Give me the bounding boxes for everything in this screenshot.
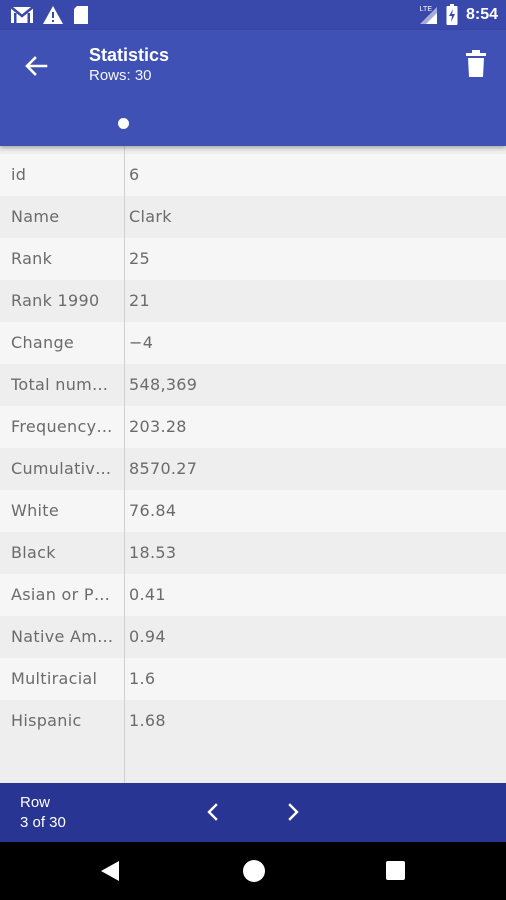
chevron-left-icon[interactable] — [200, 799, 226, 825]
network-label: LTE — [419, 6, 432, 13]
table-row: Total num… 548,369 — [0, 364, 506, 406]
field-name: Rank — [11, 249, 53, 268]
field-name: Asian or P… — [11, 585, 111, 604]
field-name: Multiracial — [11, 669, 98, 688]
field-name: Cumulativ… — [11, 459, 112, 478]
field-name: Rank 1990 — [11, 291, 100, 310]
field-name: id — [11, 165, 27, 184]
field-name: Change — [11, 333, 75, 352]
field-name: Name — [11, 207, 60, 226]
row-label: Row — [20, 794, 51, 811]
gmail-icon — [10, 6, 34, 23]
table-row: White 76.84 — [0, 490, 506, 532]
table-row: Hispanic 1.68 — [0, 700, 506, 742]
table-row: Cumulativ… 8570.27 — [0, 448, 506, 490]
table-row: Rank 25 — [0, 238, 506, 280]
nav-home-icon[interactable] — [243, 860, 265, 882]
notification-icons — [10, 5, 90, 25]
row-navigator: Row 3 of 30 — [0, 783, 506, 842]
table-row: Name Clark — [0, 196, 506, 238]
table-row: id 6 — [0, 154, 506, 196]
sd-card-icon — [74, 6, 88, 24]
column-divider — [124, 146, 125, 783]
field-value: 203.28 — [129, 417, 187, 436]
title-block: Statistics Rows: 30 — [89, 44, 169, 86]
row-position: 3 of 30 — [20, 814, 66, 831]
field-name: Hispanic — [11, 711, 82, 730]
system-icons: LTE 8:54 — [418, 4, 498, 26]
field-value: −4 — [129, 333, 154, 352]
rows-count: Rows: 30 — [89, 67, 152, 84]
field-value: 8570.27 — [129, 459, 198, 478]
table-row: Frequency… 203.28 — [0, 406, 506, 448]
table-row: Asian or P… 0.41 — [0, 574, 506, 616]
status-bar: LTE 8:54 — [0, 0, 506, 30]
delete-icon[interactable] — [464, 50, 488, 78]
field-value: 18.53 — [129, 543, 177, 562]
field-value: 6 — [129, 165, 140, 184]
field-name: Total num… — [11, 375, 109, 394]
table-row: Change −4 — [0, 322, 506, 364]
back-arrow-icon[interactable] — [20, 50, 52, 82]
page-title: Statistics — [89, 45, 170, 65]
page-indicator-dot — [118, 118, 129, 129]
field-value: 25 — [129, 249, 150, 268]
field-name: Frequency… — [11, 417, 113, 436]
app-bar: Statistics Rows: 30 — [0, 30, 506, 146]
warning-icon — [43, 6, 63, 24]
nav-recents-icon[interactable] — [386, 861, 405, 880]
nav-back-icon[interactable] — [100, 860, 120, 882]
field-name: White — [11, 501, 60, 520]
table-row: Rank 1990 21 — [0, 280, 506, 322]
table-row: Black 18.53 — [0, 532, 506, 574]
table-row: Native Am… 0.94 — [0, 616, 506, 658]
clock: 8:54 — [465, 6, 498, 23]
field-value: 0.94 — [129, 627, 166, 646]
chevron-right-icon[interactable] — [280, 799, 306, 825]
field-value: 1.6 — [129, 669, 156, 688]
record-table: id 6 Name Clark Rank 25 Rank 1990 21 Cha… — [0, 146, 506, 783]
field-value: 21 — [129, 291, 150, 310]
field-value: Clark — [129, 207, 172, 226]
field-name: Black — [11, 543, 56, 562]
system-nav-bar — [0, 842, 506, 900]
field-value: 76.84 — [129, 501, 177, 520]
battery-icon — [446, 4, 458, 25]
field-name: Native Am… — [11, 627, 114, 646]
field-value: 1.68 — [129, 711, 166, 730]
field-value: 0.41 — [129, 585, 166, 604]
field-value: 548,369 — [129, 375, 198, 394]
table-row: Multiracial 1.6 — [0, 658, 506, 700]
